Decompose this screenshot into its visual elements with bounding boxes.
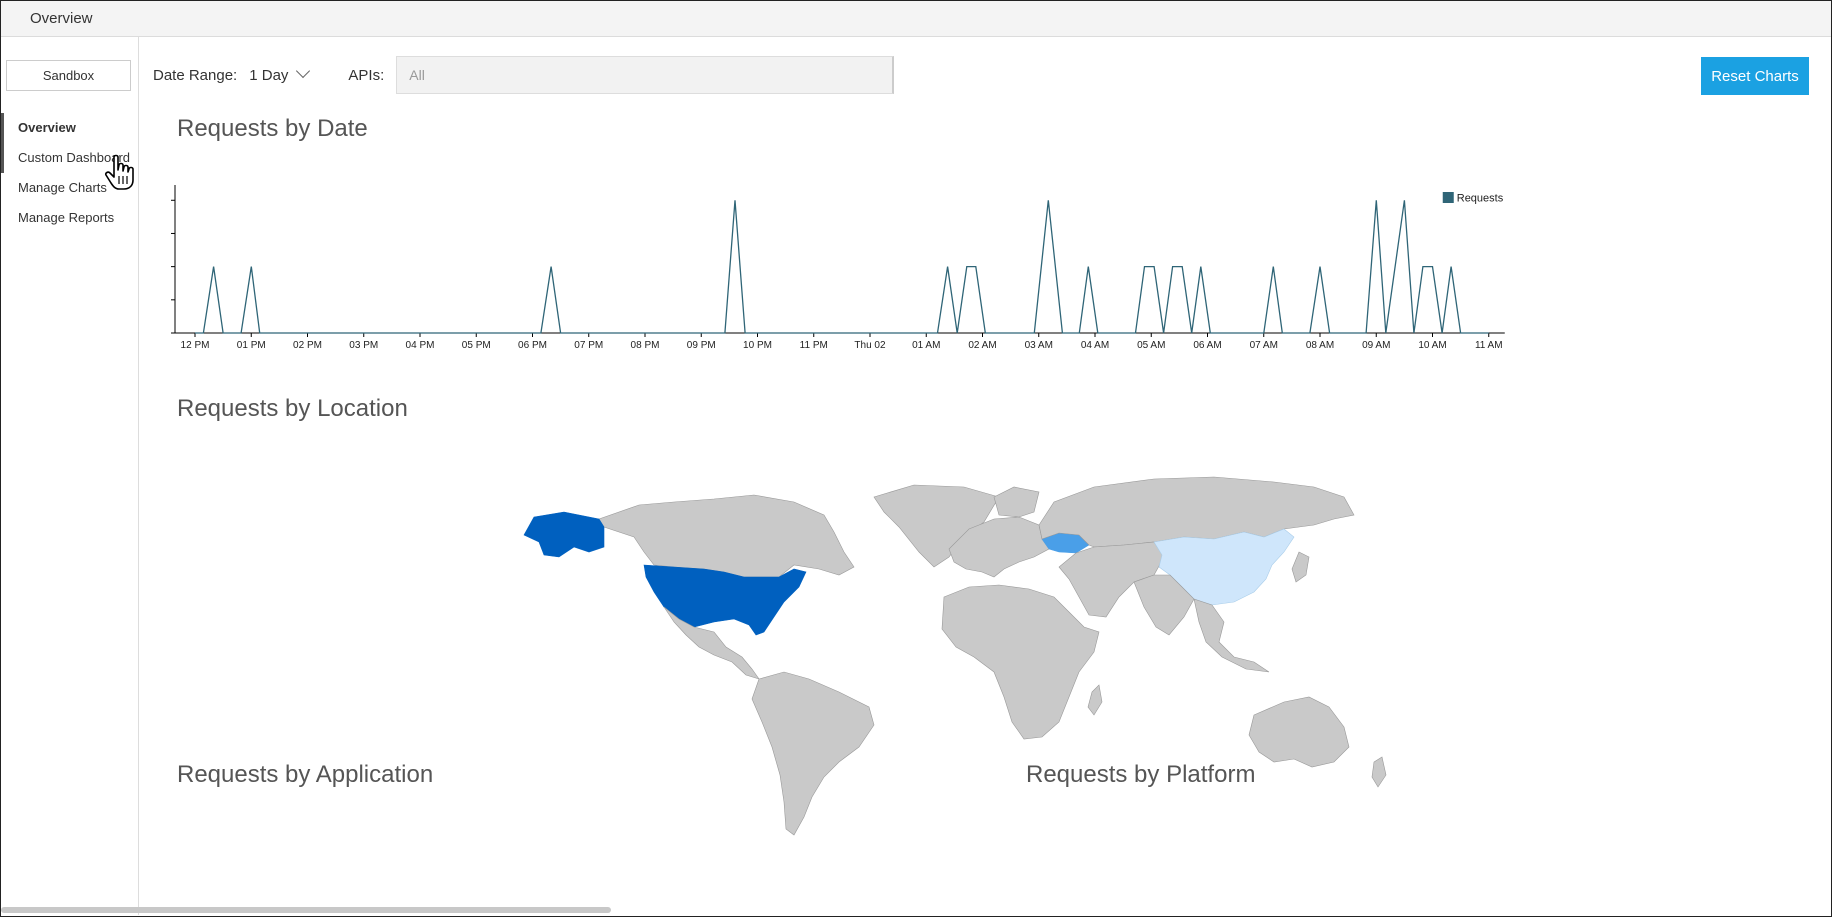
- x-tick-label: 09 AM: [1362, 340, 1390, 351]
- x-tick-label: 04 AM: [1081, 340, 1109, 351]
- sidebar-item-manage-reports[interactable]: Manage Reports: [1, 203, 138, 233]
- date-range-value: 1 Day: [249, 66, 289, 84]
- date-range-label: Date Range:: [153, 66, 238, 84]
- horizontal-scrollbar[interactable]: [1, 907, 611, 913]
- x-tick-label: 02 PM: [293, 340, 322, 351]
- x-tick-label: 05 AM: [1137, 340, 1165, 351]
- x-tick-label: 07 PM: [574, 340, 603, 351]
- x-tick-label: 06 PM: [518, 340, 547, 351]
- x-tick-label: 10 AM: [1418, 340, 1446, 351]
- map-region-africa: [941, 584, 1100, 740]
- x-tick-label: Thu 02: [854, 340, 886, 351]
- requests-by-location-title: Requests by Location: [177, 395, 408, 422]
- page-title: Overview: [30, 10, 93, 27]
- x-tick-label: 10 PM: [743, 340, 772, 351]
- requests-by-application-title: Requests by Application: [177, 761, 434, 788]
- x-tick-label: 01 PM: [237, 340, 266, 351]
- map-region-australia: [1248, 696, 1350, 768]
- x-tick-label: 11 PM: [800, 340, 828, 351]
- x-tick-label: 11 AM: [1475, 340, 1503, 351]
- map-region-scandinavia: [993, 486, 1040, 518]
- x-tick-label: 07 AM: [1250, 340, 1278, 351]
- sandbox-button[interactable]: Sandbox: [6, 60, 131, 91]
- requests-by-date-title: Requests by Date: [177, 115, 368, 142]
- map-region-japan: [1291, 551, 1310, 583]
- legend-label: Requests: [1457, 193, 1504, 205]
- x-tick-label: 05 PM: [462, 340, 491, 351]
- apis-label: APIs:: [348, 66, 385, 84]
- x-tick-label: 08 AM: [1306, 340, 1334, 351]
- top-bar: Overview: [1, 1, 1831, 37]
- sidebar-item-overview[interactable]: Overview: [1, 113, 138, 143]
- reset-charts-button[interactable]: Reset Charts: [1701, 57, 1809, 95]
- map-region-southeast-asia: [1193, 598, 1270, 673]
- chevron-down-icon: [296, 63, 311, 79]
- apis-input[interactable]: All: [396, 56, 895, 94]
- map-region-new-zealand: [1371, 756, 1387, 788]
- requests-by-date-chart: 0.00.51.01.52.012 PM01 PM02 PM03 PM04 PM…: [171, 185, 1505, 351]
- hand-cursor-icon: [105, 154, 134, 190]
- main-content: Date Range: 1 Day APIs: All Reset Charts…: [139, 37, 1831, 915]
- series-line-requests: [195, 200, 1489, 334]
- x-tick-label: 06 AM: [1193, 340, 1221, 351]
- map-region-south-america: [751, 671, 875, 836]
- filter-bar: Date Range: 1 Day APIs: All: [153, 55, 895, 95]
- map-region-alaska: [523, 511, 605, 558]
- map-region-united-states: [643, 564, 807, 636]
- x-tick-label: 03 PM: [349, 340, 378, 351]
- world-map: [523, 476, 1387, 836]
- map-region-madagascar: [1087, 684, 1103, 716]
- x-tick-label: 08 PM: [631, 340, 660, 351]
- x-tick-label: 12 PM: [181, 340, 210, 351]
- x-tick-label: 03 AM: [1025, 340, 1053, 351]
- legend-swatch: [1442, 192, 1454, 203]
- map-region-canada: [598, 494, 855, 578]
- x-tick-label: 01 AM: [912, 340, 940, 351]
- x-tick-label: 09 PM: [687, 340, 716, 351]
- x-tick-label: 04 PM: [406, 340, 435, 351]
- x-tick-label: 02 AM: [968, 340, 996, 351]
- date-range-select[interactable]: 1 Day: [249, 63, 311, 84]
- map-region-russia: [1038, 476, 1355, 548]
- requests-by-platform-title: Requests by Platform: [1026, 761, 1256, 788]
